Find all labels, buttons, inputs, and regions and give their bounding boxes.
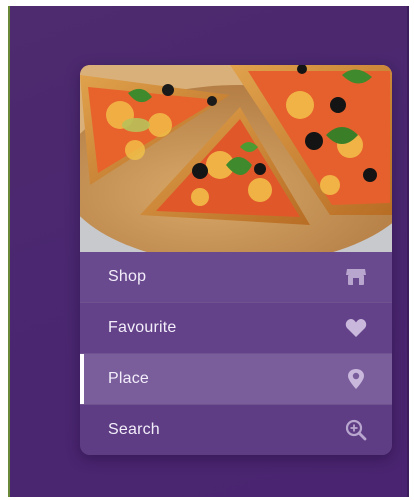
menu-item-label: Shop [108, 268, 147, 285]
location-pin-icon [344, 367, 368, 391]
menu-item-label: Place [108, 370, 150, 387]
page-background: Shop Favourite Place Search [8, 6, 409, 497]
pizza-image [80, 65, 392, 252]
menu-item-favourite[interactable]: Favourite [80, 303, 392, 353]
menu-item-place[interactable]: Place [80, 354, 392, 404]
active-indicator [80, 354, 84, 404]
menu-card: Shop Favourite Place Search [80, 65, 392, 455]
menu-item-label: Favourite [108, 319, 177, 336]
zoom-in-icon [344, 418, 368, 442]
heart-icon [344, 316, 368, 340]
menu-item-shop[interactable]: Shop [80, 252, 392, 302]
menu-item-label: Search [108, 421, 160, 438]
shop-icon [344, 265, 368, 289]
menu-item-search[interactable]: Search [80, 405, 392, 455]
menu-list: Shop Favourite Place Search [80, 252, 392, 455]
